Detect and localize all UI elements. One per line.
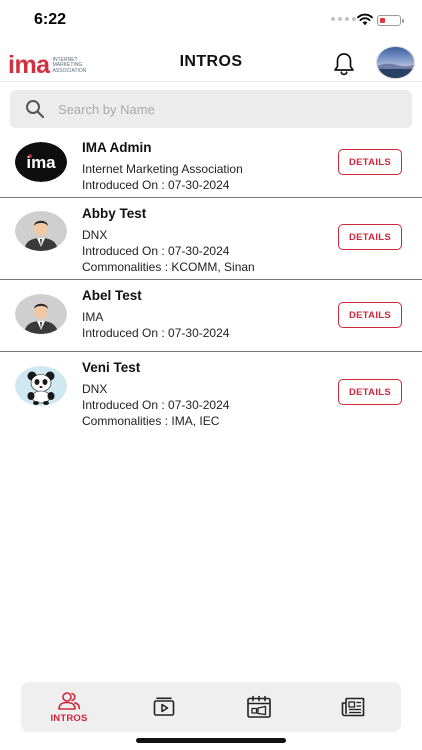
profile-avatar[interactable] (376, 46, 415, 79)
intro-name: IMA Admin (82, 140, 152, 155)
search-input[interactable] (58, 90, 398, 128)
details-button[interactable]: DETAILS (338, 149, 402, 175)
intro-company: IMA (82, 310, 104, 324)
list-item: Abby Test DNX Introduced On : 07-30-2024… (0, 198, 422, 280)
calendar-icon (247, 695, 271, 718)
page-title: INTROS (179, 53, 243, 70)
details-button[interactable]: DETAILS (338, 224, 402, 250)
details-button[interactable]: DETAILS (338, 302, 402, 328)
home-indicator (136, 738, 286, 743)
intro-date: Introduced On : 07-30-2024 (82, 326, 230, 340)
search-bar (10, 90, 412, 128)
battery-icon (377, 15, 404, 26)
businessman-avatar (15, 211, 67, 251)
wifi-icon (357, 13, 373, 26)
status-bar: 6:22 (0, 0, 422, 42)
tab-intros[interactable]: INTROS (34, 682, 104, 732)
intro-name: Abel Test (82, 288, 142, 303)
intros-list: ima IMA Admin Internet Marketing Associa… (0, 132, 422, 434)
status-time: 6:22 (34, 11, 67, 28)
intro-name: Veni Test (82, 360, 141, 375)
intro-company: DNX (82, 382, 108, 396)
intro-company: DNX (82, 228, 108, 242)
list-item: ima IMA Admin Internet Marketing Associa… (0, 132, 422, 198)
video-icon (153, 697, 175, 716)
cellular-signal-icon (331, 17, 356, 21)
intro-commonalities: Commonalities : IMA, IEC (82, 414, 220, 428)
details-button[interactable]: DETAILS (338, 379, 402, 405)
people-icon (58, 691, 81, 710)
intro-name: Abby Test (82, 206, 147, 221)
intro-commonalities: Commonalities : KCOMM, Sinan (82, 260, 255, 274)
ima-logo-avatar: ima (15, 142, 67, 182)
panda-avatar (15, 366, 67, 406)
intro-date: Introduced On : 07-30-2024 (82, 178, 230, 192)
tab-news[interactable] (319, 682, 389, 732)
list-item: Abel Test IMA Introduced On : 07-30-2024… (0, 280, 422, 352)
list-item: Veni Test DNX Introduced On : 07-30-2024… (0, 352, 422, 434)
intro-company: Internet Marketing Association (82, 162, 243, 176)
search-icon (26, 100, 45, 119)
bottom-tab-bar: INTROS (21, 682, 401, 732)
tab-videos[interactable] (129, 682, 199, 732)
newspaper-icon (341, 697, 365, 717)
businessman-avatar (15, 294, 67, 334)
intro-date: Introduced On : 07-30-2024 (82, 244, 230, 258)
bell-icon[interactable] (330, 50, 358, 78)
intro-date: Introduced On : 07-30-2024 (82, 398, 230, 412)
tab-label: INTROS (50, 712, 88, 724)
tab-events[interactable] (224, 682, 294, 732)
app-header: ima INTERNET MARKETING ASSOCIATION INTRO… (0, 42, 422, 82)
